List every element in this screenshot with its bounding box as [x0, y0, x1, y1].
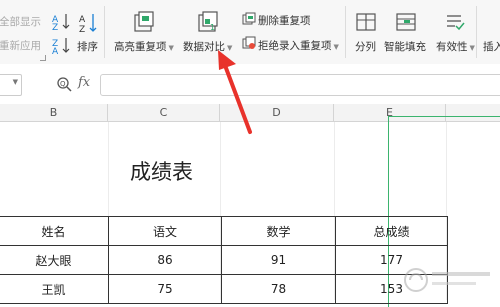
highlight-duplicates-button[interactable]: 高亮重复项 ▼ — [114, 39, 174, 54]
formula-input[interactable] — [100, 74, 500, 96]
score-table: 姓名 语文 数学 总成绩 赵大眼 86 91 177 王凯 75 78 153 — [0, 216, 448, 304]
insert-button[interactable]: 插入 — [483, 39, 500, 54]
fx-label[interactable]: fx — [78, 75, 90, 90]
data-compare-button[interactable]: 数据对比 ▼ — [183, 39, 232, 54]
svg-text:Z: Z — [52, 23, 58, 30]
table-header-cell[interactable]: 总成绩 — [335, 216, 448, 246]
formula-bar: ▼ Q fx — [0, 64, 500, 105]
chevron-down-icon: ▼ — [469, 44, 475, 52]
delete-duplicates-icon[interactable] — [242, 12, 256, 26]
sheet-title[interactable]: 成绩表 — [130, 156, 193, 186]
svg-text:A: A — [79, 15, 86, 25]
chevron-down-icon[interactable]: ▼ — [13, 78, 18, 86]
table-cell[interactable]: 78 — [221, 274, 336, 304]
highlight-duplicates-icon[interactable] — [132, 10, 156, 34]
table-row: 王凯 75 78 153 — [0, 274, 448, 304]
smart-fill-button[interactable]: 智能填充 — [384, 39, 426, 54]
validity-button[interactable]: 有效性 ▼ — [436, 39, 475, 54]
ribbon-separator — [476, 6, 477, 58]
svg-text:Q: Q — [60, 80, 66, 88]
table-cell[interactable]: 赵大眼 — [0, 245, 109, 275]
delete-duplicates-button[interactable]: 删除重复项 — [258, 13, 311, 28]
table-header-cell[interactable]: 语文 — [108, 216, 222, 246]
sort-asc-icon[interactable]: A Z — [52, 12, 74, 30]
sort-button[interactable]: 排序 — [77, 39, 98, 54]
chevron-down-icon: ▼ — [168, 44, 174, 52]
table-cell[interactable]: 91 — [221, 245, 336, 275]
column-header-c[interactable]: C — [108, 104, 220, 122]
smart-fill-icon[interactable] — [395, 12, 417, 32]
table-row: 赵大眼 86 91 177 — [0, 245, 448, 275]
split-column-icon[interactable] — [355, 12, 377, 32]
table-cell[interactable]: 86 — [108, 245, 222, 275]
toolbar-ribbon: 全部显示 重新应用 A Z Z A A Z 排序 高亮重复项 ▼ 1 数据对比 ▼ — [0, 0, 500, 65]
name-box[interactable]: ▼ — [0, 74, 22, 96]
reapply-button[interactable]: 重新应用 — [0, 38, 41, 53]
sort-desc-icon[interactable]: Z A — [52, 36, 74, 54]
ribbon-separator — [345, 6, 346, 58]
show-all-button[interactable]: 全部显示 — [0, 14, 41, 29]
reject-duplicates-icon[interactable] — [242, 36, 256, 50]
table-header-row: 姓名 语文 数学 总成绩 — [0, 216, 448, 246]
sort-icon[interactable]: A Z — [78, 12, 100, 34]
watermark-logo — [404, 268, 490, 292]
split-column-button[interactable]: 分列 — [355, 39, 376, 54]
table-header-cell[interactable]: 数学 — [221, 216, 336, 246]
zoom-icon[interactable]: Q — [56, 76, 72, 92]
svg-text:A: A — [52, 47, 59, 54]
table-cell[interactable]: 75 — [108, 274, 222, 304]
chevron-down-icon: ▼ — [227, 44, 233, 52]
svg-text:Z: Z — [79, 25, 85, 34]
data-compare-icon[interactable]: 1 — [196, 10, 220, 34]
validity-icon[interactable] — [444, 12, 466, 32]
group-launcher-icon[interactable] — [40, 55, 46, 61]
chevron-down-icon: ▼ — [333, 43, 339, 51]
reject-duplicates-button[interactable]: 拒绝录入重复项 ▼ — [258, 38, 339, 53]
column-header-d[interactable]: D — [220, 104, 334, 122]
svg-text:1: 1 — [210, 23, 215, 32]
ribbon-separator — [104, 6, 105, 58]
table-header-cell[interactable]: 姓名 — [0, 216, 109, 246]
column-header-b[interactable]: B — [0, 104, 108, 122]
table-cell[interactable]: 王凯 — [0, 274, 109, 304]
